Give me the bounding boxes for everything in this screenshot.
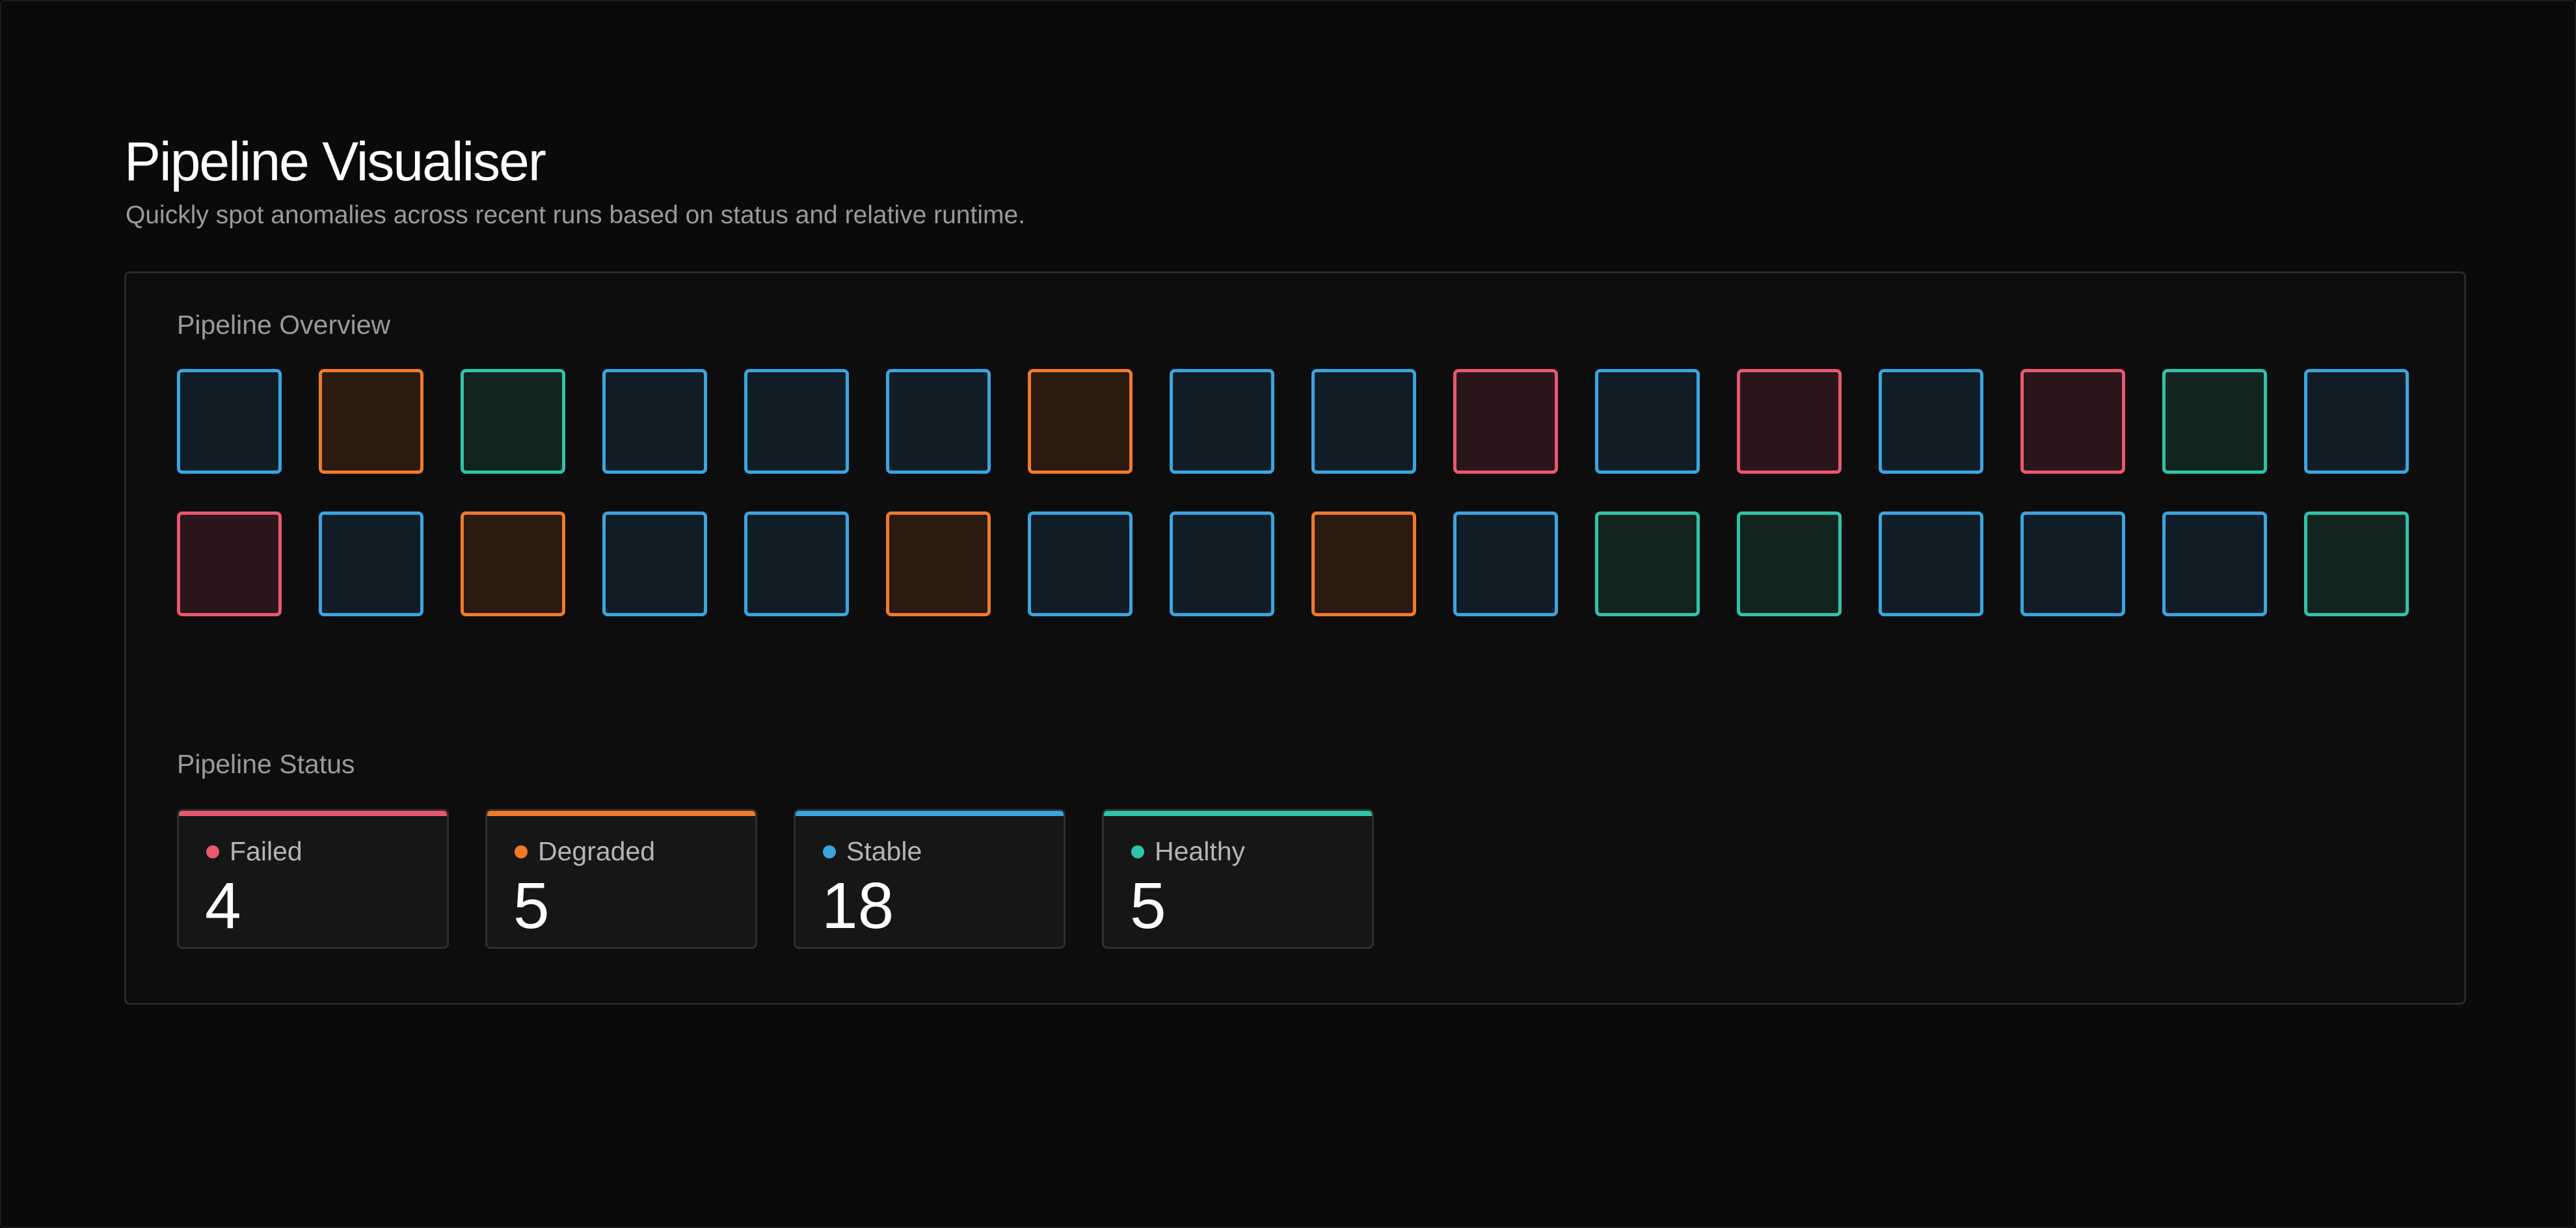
stable-card-accent [796,811,1064,816]
run-tile-stable[interactable] [2020,512,2125,616]
failed-card-header: Failed [206,838,302,865]
degraded-dot-icon [515,845,528,858]
run-tile-healthy[interactable] [461,369,565,474]
pipeline-run-grid [177,369,2415,616]
failed-dot-icon [206,845,219,858]
status-cards: Failed 4 Degraded 5 Stable 18 Healthy 5 [177,809,1374,949]
healthy-card-accent [1104,811,1372,816]
degraded-card-header: Degraded [515,838,655,865]
pipeline-panel: Pipeline Overview Pipeline Status Failed… [124,271,2466,1005]
failed-card-accent [179,811,447,816]
failed-card-label: Failed [230,836,302,866]
failed-status-card[interactable]: Failed 4 [177,809,449,949]
run-tile-degraded[interactable] [319,369,423,474]
run-tile-stable[interactable] [1170,512,1274,616]
run-tile-stable[interactable] [1879,512,1983,616]
run-tile-failed[interactable] [1737,369,1842,474]
degraded-status-card[interactable]: Degraded 5 [485,809,757,949]
run-tile-healthy[interactable] [2304,512,2409,616]
stable-dot-icon [823,845,836,858]
run-tile-stable[interactable] [2162,512,2267,616]
run-tile-stable[interactable] [602,369,707,474]
run-tile-stable[interactable] [1028,512,1133,616]
run-tile-stable[interactable] [319,512,423,616]
status-section-title: Pipeline Status [177,749,355,779]
overview-section-title: Pipeline Overview [177,310,391,340]
run-tile-stable[interactable] [602,512,707,616]
run-tile-failed[interactable] [1453,369,1558,474]
run-tile-failed[interactable] [2020,369,2125,474]
run-tile-stable[interactable] [744,512,849,616]
run-tile-degraded[interactable] [1028,369,1133,474]
run-tile-stable[interactable] [1170,369,1274,474]
run-tile-failed[interactable] [177,512,282,616]
run-tile-stable[interactable] [177,369,282,474]
failed-count: 4 [205,869,241,942]
run-tile-stable[interactable] [1879,369,1983,474]
run-tile-stable[interactable] [2304,369,2409,474]
healthy-card-label: Healthy [1155,836,1246,866]
healthy-count: 5 [1130,869,1166,942]
page-title: Pipeline Visualiser [124,131,546,192]
healthy-status-card[interactable]: Healthy 5 [1102,809,1374,949]
app-window: Pipeline Visualiser Quickly spot anomali… [0,0,2576,1228]
stable-card-label: Stable [846,836,922,866]
run-tile-degraded[interactable] [1311,512,1416,616]
stable-status-card[interactable]: Stable 18 [794,809,1066,949]
stable-count: 18 [822,869,894,942]
degraded-card-label: Degraded [538,836,656,866]
run-tile-healthy[interactable] [2162,369,2267,474]
stable-card-header: Stable [823,838,922,865]
degraded-card-accent [487,811,755,816]
degraded-count: 5 [513,869,550,942]
run-tile-stable[interactable] [1595,369,1700,474]
healthy-dot-icon [1131,845,1144,858]
run-tile-stable[interactable] [744,369,849,474]
run-tile-healthy[interactable] [1737,512,1842,616]
run-tile-healthy[interactable] [1595,512,1700,616]
run-tile-stable[interactable] [1311,369,1416,474]
run-tile-stable[interactable] [886,369,991,474]
run-tile-stable[interactable] [1453,512,1558,616]
run-tile-degraded[interactable] [886,512,991,616]
healthy-card-header: Healthy [1131,838,1245,865]
page-subtitle: Quickly spot anomalies across recent run… [126,201,1026,229]
run-tile-degraded[interactable] [461,512,565,616]
